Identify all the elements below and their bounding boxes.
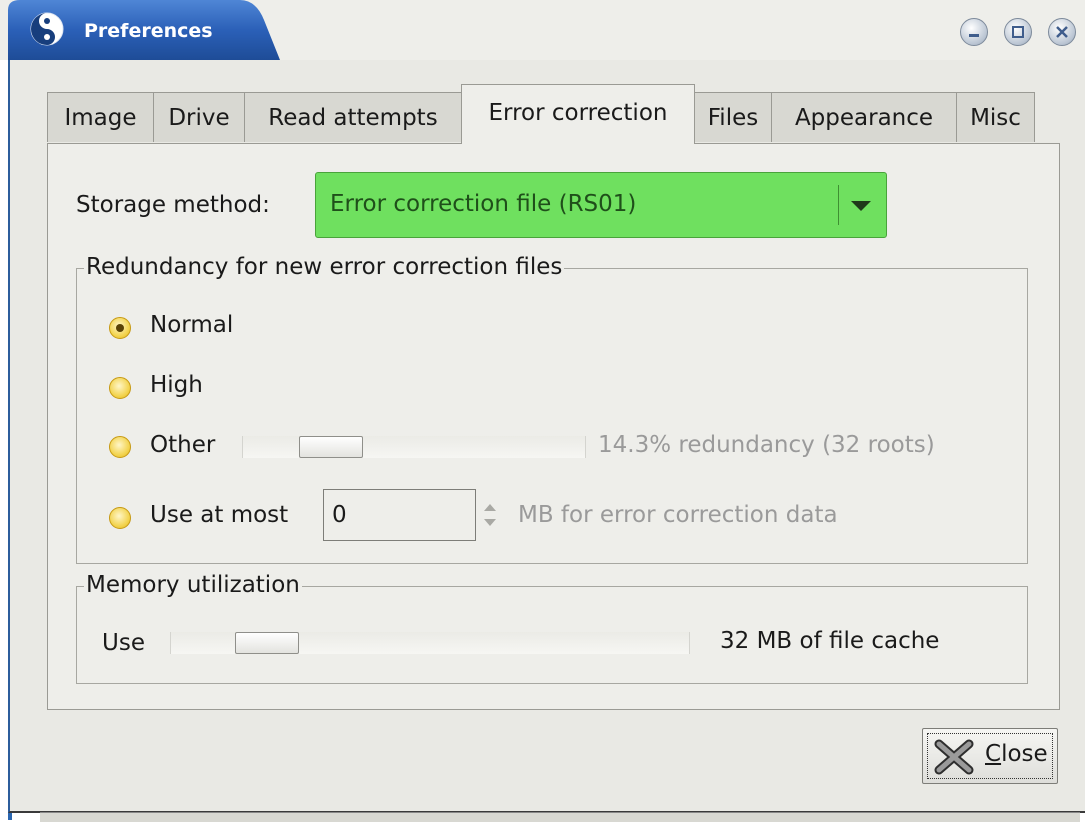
radio-normal-label[interactable]: Normal	[150, 312, 233, 338]
tab-drive[interactable]: Drive	[153, 92, 245, 142]
combo-separator	[838, 185, 839, 225]
close-mnemonic: C	[985, 741, 1002, 767]
window-title: Preferences	[84, 20, 213, 42]
storage-method-value: Error correction file (RS01)	[330, 191, 637, 217]
memory-use-label: Use	[102, 630, 145, 656]
other-redundancy-info: 14.3% redundancy (32 roots)	[598, 432, 935, 458]
radio-other-label[interactable]: Other	[150, 432, 215, 458]
radio-high[interactable]	[109, 377, 131, 399]
close-button[interactable]: Close	[922, 728, 1058, 784]
memory-title: Memory utilization	[84, 572, 302, 598]
x-icon	[931, 738, 977, 780]
use-at-most-input[interactable]	[323, 489, 476, 541]
radio-other[interactable]	[109, 436, 131, 458]
radio-use-at-most-label[interactable]: Use at most	[150, 502, 288, 528]
memory-cache-text: 32 MB of file cache	[720, 628, 940, 654]
memory-cache-slider-thumb[interactable]	[235, 632, 299, 654]
close-icon[interactable]	[1048, 18, 1076, 46]
radio-high-label[interactable]: High	[150, 372, 203, 398]
tab-files[interactable]: Files	[694, 92, 772, 142]
tab-misc[interactable]: Misc	[956, 92, 1035, 142]
close-label-rest: lose	[1001, 741, 1048, 767]
memory-cache-slider[interactable]	[170, 632, 690, 654]
tab-error-correction[interactable]: Error correction	[461, 84, 695, 144]
dropdown-arrow-icon	[849, 198, 873, 217]
redundancy-title: Redundancy for new error correction file…	[84, 254, 565, 280]
minimize-icon[interactable]	[960, 18, 988, 46]
tab-appearance[interactable]: Appearance	[771, 92, 957, 142]
other-redundancy-slider-thumb[interactable]	[299, 436, 363, 458]
close-button-label: Close	[985, 741, 1048, 767]
other-redundancy-slider[interactable]	[242, 436, 586, 458]
title-bar[interactable]: Preferences	[0, 0, 1085, 60]
tab-image[interactable]: Image	[47, 92, 154, 142]
radio-use-at-most[interactable]	[109, 507, 131, 529]
radio-normal[interactable]	[109, 317, 131, 339]
maximize-icon[interactable]	[1004, 18, 1032, 46]
spin-up-down-icon[interactable]	[481, 500, 499, 534]
title-tab: Preferences	[8, 0, 280, 60]
tab-read-attempts[interactable]: Read attempts	[244, 92, 462, 142]
use-at-most-suffix: MB for error correction data	[518, 502, 838, 528]
storage-method-label: Storage method:	[76, 192, 270, 218]
yin-yang-icon	[30, 12, 64, 46]
storage-method-combo[interactable]: Error correction file (RS01)	[315, 172, 887, 238]
